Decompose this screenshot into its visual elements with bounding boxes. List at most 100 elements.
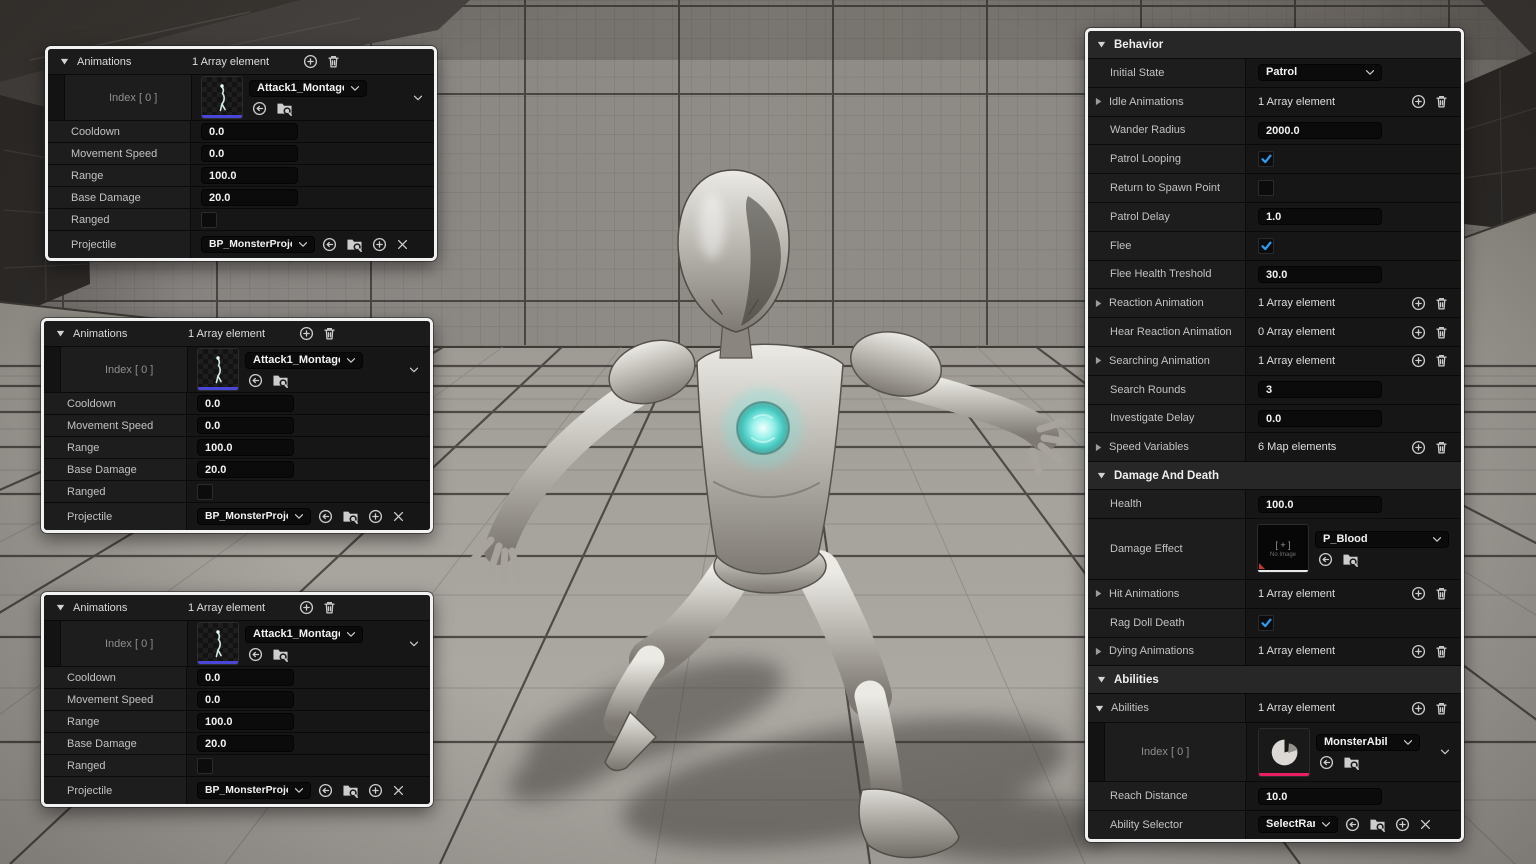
damage-effect-asset-dropdown[interactable]: P_Blood: [1315, 530, 1449, 548]
add-element-icon[interactable]: [1411, 325, 1426, 340]
expander-icon[interactable]: [56, 330, 65, 337]
clear-icon[interactable]: [1419, 818, 1432, 831]
patrol-delay-input[interactable]: 1.0: [1258, 208, 1382, 226]
delete-elements-icon[interactable]: [327, 54, 340, 69]
delete-elements-icon[interactable]: [1435, 325, 1448, 340]
expander-icon[interactable]: [1095, 97, 1102, 106]
add-element-icon[interactable]: [1411, 440, 1426, 455]
element-expander-icon[interactable]: [409, 640, 419, 647]
base-damage-input[interactable]: 20.0: [201, 189, 298, 206]
expander-icon[interactable]: [56, 604, 65, 611]
clear-icon[interactable]: [392, 510, 405, 523]
initial-state-dropdown[interactable]: Patrol: [1258, 64, 1382, 82]
add-element-icon[interactable]: [1411, 701, 1426, 716]
delete-elements-icon[interactable]: [1435, 440, 1448, 455]
element-expander-icon[interactable]: [409, 366, 419, 373]
range-input[interactable]: 100.0: [197, 439, 294, 456]
use-selected-icon[interactable]: [318, 509, 333, 524]
delete-elements-icon[interactable]: [1435, 353, 1448, 368]
cooldown-input[interactable]: 0.0: [197, 669, 294, 686]
add-element-icon[interactable]: [1411, 94, 1426, 109]
movement-speed-input[interactable]: 0.0: [201, 145, 298, 162]
base-damage-input[interactable]: 20.0: [197, 735, 294, 752]
add-icon[interactable]: [368, 509, 383, 524]
browse-to-asset-icon[interactable]: [342, 509, 359, 524]
projectile-asset-dropdown[interactable]: BP_MonsterProjectile: [197, 782, 311, 799]
add-element-icon[interactable]: [1411, 353, 1426, 368]
element-expander-icon[interactable]: [413, 94, 423, 101]
add-element-icon[interactable]: [1411, 586, 1426, 601]
use-selected-icon[interactable]: [318, 783, 333, 798]
flee-health-treshold-input[interactable]: 30.0: [1258, 265, 1382, 283]
delete-elements-icon[interactable]: [1435, 94, 1448, 109]
search-rounds-input[interactable]: 3: [1258, 381, 1382, 399]
use-selected-icon[interactable]: [252, 101, 267, 116]
delete-elements-icon[interactable]: [1435, 586, 1448, 601]
ability-selector-asset-dropdown[interactable]: SelectRan: [1258, 816, 1338, 834]
reach-distance-input[interactable]: 10.0: [1258, 787, 1382, 805]
range-input[interactable]: 100.0: [201, 167, 298, 184]
animation-thumbnail[interactable]: [198, 623, 238, 664]
return-to-spawn-point-checkbox[interactable]: [1258, 180, 1274, 197]
cooldown-input[interactable]: 0.0: [197, 395, 294, 412]
clear-icon[interactable]: [392, 784, 405, 797]
use-selected-icon[interactable]: [248, 647, 263, 662]
use-selected-icon[interactable]: [248, 373, 263, 388]
movement-speed-input[interactable]: 0.0: [197, 417, 294, 434]
delete-elements-icon[interactable]: [323, 326, 336, 341]
expander-icon[interactable]: [1095, 647, 1102, 656]
category-expander-icon[interactable]: [1097, 41, 1106, 48]
projectile-asset-dropdown[interactable]: BP_MonsterProjectile: [197, 508, 311, 525]
clear-icon[interactable]: [396, 238, 409, 251]
wander-radius-input[interactable]: 2000.0: [1258, 121, 1382, 139]
no-image-thumbnail[interactable]: [ + ] No Image: [1258, 525, 1308, 573]
cooldown-input[interactable]: 0.0: [201, 123, 298, 140]
rag-doll-death-checkbox[interactable]: [1258, 614, 1274, 631]
browse-to-asset-icon[interactable]: [346, 237, 363, 252]
delete-elements-icon[interactable]: [1435, 296, 1448, 311]
use-selected-icon[interactable]: [1319, 755, 1334, 770]
browse-to-asset-icon[interactable]: [1342, 552, 1359, 567]
category-expander-icon[interactable]: [1097, 472, 1106, 479]
index-0-asset-dropdown[interactable]: Attack1_Montage: [249, 79, 367, 97]
add-icon[interactable]: [368, 783, 383, 798]
expander-icon[interactable]: [60, 58, 69, 65]
expander-icon[interactable]: [1095, 356, 1102, 365]
delete-elements-icon[interactable]: [323, 600, 336, 615]
base-damage-input[interactable]: 20.0: [197, 461, 294, 478]
health-input[interactable]: 100.0: [1258, 495, 1382, 513]
browse-to-asset-icon[interactable]: [1343, 755, 1360, 771]
range-input[interactable]: 100.0: [197, 713, 294, 730]
add-element-icon[interactable]: [1411, 644, 1426, 659]
add-icon[interactable]: [372, 237, 387, 252]
use-selected-icon[interactable]: [1318, 552, 1333, 567]
index-0-asset-dropdown[interactable]: MonsterAbil: [1316, 734, 1420, 752]
use-selected-icon[interactable]: [1345, 817, 1360, 832]
browse-to-asset-icon[interactable]: [1369, 817, 1386, 833]
browse-to-asset-icon[interactable]: [272, 373, 289, 388]
ranged-checkbox[interactable]: [201, 211, 217, 228]
animation-thumbnail[interactable]: [202, 77, 242, 118]
element-expander-icon[interactable]: [1440, 749, 1450, 756]
ability-pie-thumbnail[interactable]: [1259, 728, 1309, 776]
patrol-looping-checkbox[interactable]: [1258, 151, 1274, 168]
movement-speed-input[interactable]: 0.0: [197, 691, 294, 708]
add-icon[interactable]: [1395, 817, 1410, 832]
expander-icon[interactable]: [1095, 705, 1104, 712]
flee-checkbox[interactable]: [1258, 237, 1274, 254]
add-element-icon[interactable]: [303, 54, 318, 69]
browse-to-asset-icon[interactable]: [342, 783, 359, 798]
category-expander-icon[interactable]: [1097, 676, 1106, 683]
delete-elements-icon[interactable]: [1435, 644, 1448, 659]
index-0-asset-dropdown[interactable]: Attack1_Montage: [245, 625, 363, 643]
ranged-checkbox[interactable]: [197, 757, 213, 774]
projectile-asset-dropdown[interactable]: BP_MonsterProjectile: [201, 236, 315, 253]
browse-to-asset-icon[interactable]: [276, 101, 293, 116]
index-0-asset-dropdown[interactable]: Attack1_Montage: [245, 351, 363, 369]
use-selected-icon[interactable]: [322, 237, 337, 252]
ranged-checkbox[interactable]: [197, 483, 213, 500]
delete-elements-icon[interactable]: [1435, 701, 1448, 716]
investigate-delay-input[interactable]: 0.0: [1258, 409, 1382, 427]
expander-icon[interactable]: [1095, 299, 1102, 308]
expander-icon[interactable]: [1095, 589, 1102, 598]
